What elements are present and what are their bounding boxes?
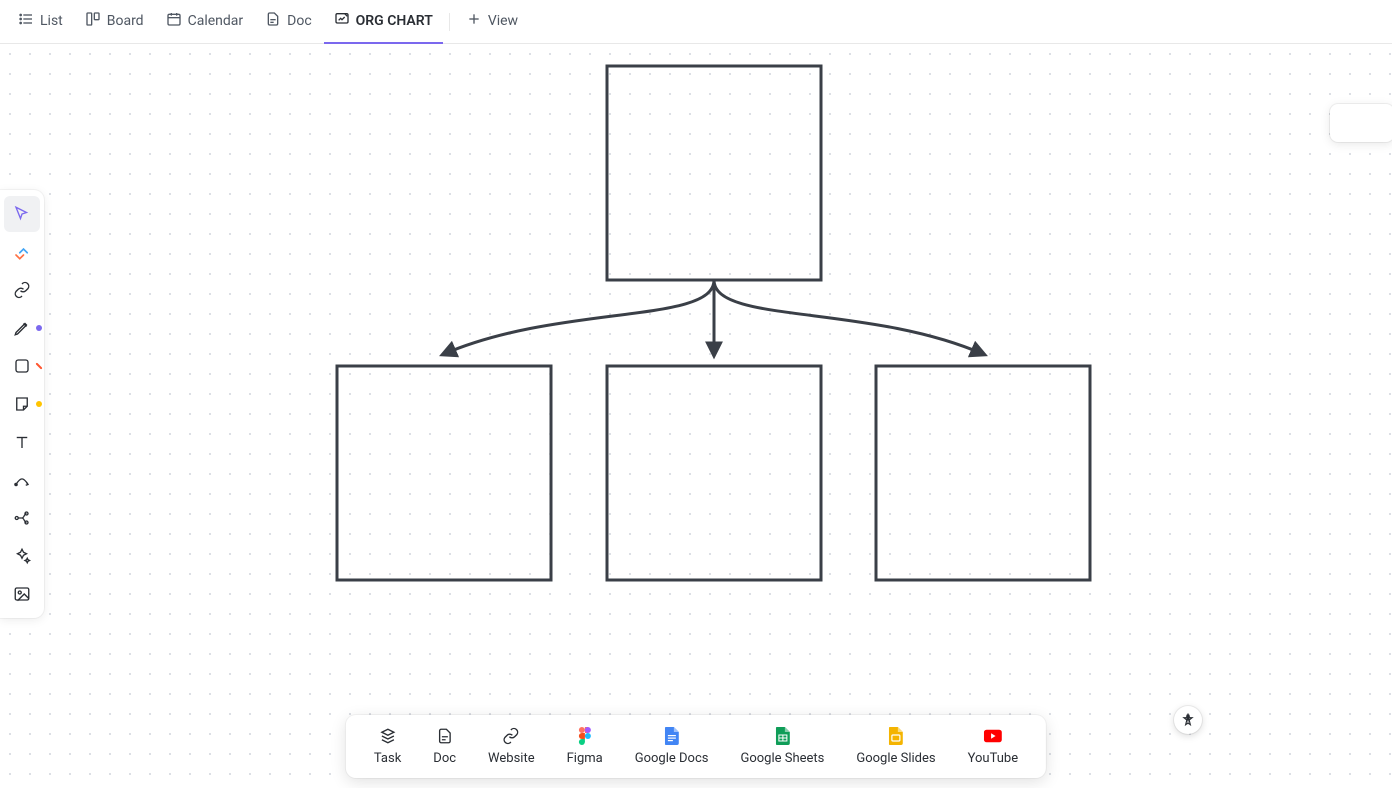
select-tool[interactable] xyxy=(4,196,40,232)
add-view-label: View xyxy=(488,13,518,29)
google-docs-icon xyxy=(663,727,681,745)
pen-color-dot xyxy=(36,325,42,331)
dock-gsheets[interactable]: Google Sheets xyxy=(726,723,838,770)
tab-calendar[interactable]: Calendar xyxy=(156,0,254,44)
whiteboard-canvas[interactable] xyxy=(0,44,1392,788)
doc-icon xyxy=(436,727,454,745)
whiteboard-icon xyxy=(334,11,350,31)
tab-label: Doc xyxy=(287,13,312,29)
dock-label: Website xyxy=(488,751,535,766)
calendar-icon xyxy=(166,11,182,31)
shape-tool[interactable] xyxy=(4,348,40,384)
dock-gslides[interactable]: Google Slides xyxy=(842,723,949,770)
dock-website[interactable]: Website xyxy=(474,723,549,770)
tab-label: Board xyxy=(107,13,144,29)
dock-label: Task xyxy=(374,751,401,766)
dock-label: Google Slides xyxy=(856,751,935,766)
sticky-color-dot xyxy=(36,401,42,407)
pen-tool[interactable] xyxy=(4,310,40,346)
org-box-child-1[interactable] xyxy=(337,366,551,580)
board-icon xyxy=(85,11,101,31)
tab-label: Calendar xyxy=(188,13,244,29)
task-icon xyxy=(379,727,397,745)
google-slides-icon xyxy=(887,727,905,745)
image-tool[interactable] xyxy=(4,576,40,612)
org-box-root[interactable] xyxy=(607,66,821,280)
plus-icon xyxy=(466,11,482,31)
tab-label: ORG CHART xyxy=(356,13,433,29)
dock-figma[interactable]: Figma xyxy=(553,723,617,770)
dock-label: YouTube xyxy=(968,751,1019,766)
clickup-tool[interactable] xyxy=(4,234,40,270)
whiteboard-toolbar xyxy=(0,190,44,618)
tab-list[interactable]: List xyxy=(8,0,73,44)
connector-root-to-1[interactable] xyxy=(444,280,714,354)
tab-divider xyxy=(449,13,450,31)
org-box-child-2[interactable] xyxy=(607,366,821,580)
dock-label: Google Sheets xyxy=(740,751,824,766)
google-sheets-icon xyxy=(773,727,791,745)
connector-root-to-3[interactable] xyxy=(714,280,983,354)
sticky-tool[interactable] xyxy=(4,386,40,422)
add-view-button[interactable]: View xyxy=(456,0,528,44)
tab-board[interactable]: Board xyxy=(75,0,154,44)
connector-tool[interactable] xyxy=(4,462,40,498)
dock-youtube[interactable]: YouTube xyxy=(954,723,1033,770)
pin-button[interactable] xyxy=(1174,706,1202,734)
diagram-svg xyxy=(0,44,1392,788)
youtube-icon xyxy=(984,727,1002,745)
dock-label: Google Docs xyxy=(635,751,709,766)
tab-label: List xyxy=(40,13,63,29)
dock-doc[interactable]: Doc xyxy=(419,723,470,770)
figma-icon xyxy=(576,727,594,745)
link-icon xyxy=(502,727,520,745)
dock-task[interactable]: Task xyxy=(360,723,415,770)
insert-dock: Task Doc Website Figma Google Docs Googl… xyxy=(346,715,1046,778)
mindmap-tool[interactable] xyxy=(4,500,40,536)
text-tool[interactable] xyxy=(4,424,40,460)
tab-org-chart[interactable]: ORG CHART xyxy=(324,0,443,44)
pin-icon xyxy=(1181,713,1195,727)
ai-tool[interactable] xyxy=(4,538,40,574)
dock-label: Doc xyxy=(433,751,456,766)
link-tool[interactable] xyxy=(4,272,40,308)
floating-right-panel[interactable] xyxy=(1330,104,1392,142)
dock-gdocs[interactable]: Google Docs xyxy=(621,723,723,770)
shape-color-dot xyxy=(35,362,42,369)
doc-icon xyxy=(265,11,281,31)
dock-label: Figma xyxy=(567,751,603,766)
view-tabs-bar: List Board Calendar Doc ORG CHART View xyxy=(0,0,1392,44)
org-box-child-3[interactable] xyxy=(876,366,1090,580)
tab-doc[interactable]: Doc xyxy=(255,0,322,44)
list-icon xyxy=(18,11,34,31)
